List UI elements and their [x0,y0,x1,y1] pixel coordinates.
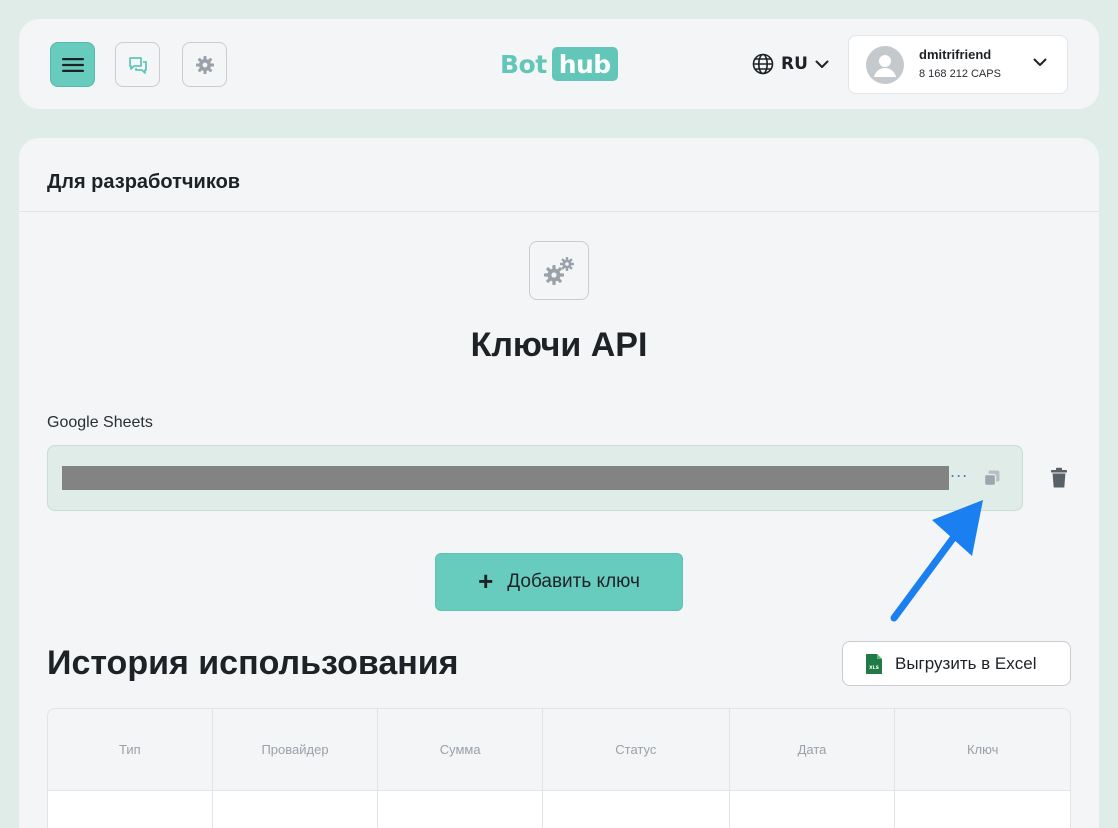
bothub-logo[interactable]: Bot hub [500,46,618,82]
settings-button[interactable] [182,42,227,87]
language-code: RU [781,54,808,74]
table-cell [378,791,544,828]
language-selector[interactable]: RU [752,51,829,77]
table-cell [895,791,1070,828]
logo-hub-text: hub [551,47,618,81]
menu-icon [61,57,84,72]
export-excel-button[interactable]: XLS Выгрузить в Excel [842,641,1071,686]
plus-icon: + [478,565,494,596]
excel-file-icon-text: XLS [869,665,879,671]
user-name: dmitrifriend [919,47,992,62]
table-row [48,791,1070,828]
column-header-type[interactable]: Тип [48,709,213,790]
excel-file-icon: XLS [866,653,882,674]
annotation-arrow-icon [890,500,983,622]
table-header-row: Тип Провайдер Сумма Статус Дата Ключ [48,709,1070,791]
user-icon [874,55,896,77]
user-balance: 8 168 212 CAPS [919,68,1001,80]
table-cell [48,791,213,828]
table-cell [730,791,896,828]
add-key-button[interactable]: + Добавить ключ [435,553,683,611]
top-bar: Bot hub RU dmitrifriend 8 168 212 CAPS [19,19,1099,109]
api-gears-badge [529,241,589,300]
table-cell [213,791,379,828]
add-key-label: Добавить ключ [507,571,640,592]
chat-button[interactable] [115,42,160,87]
api-key-value: ••••••••••••••••••••••••••••••••••••••••… [62,466,949,490]
table-cell [543,791,730,828]
user-profile-dropdown[interactable]: dmitrifriend 8 168 212 CAPS [848,35,1068,94]
column-header-date[interactable]: Дата [730,709,896,790]
column-header-key[interactable]: Ключ [895,709,1070,790]
usage-history-table: Тип Провайдер Сумма Статус Дата Ключ [47,708,1071,828]
divider [19,211,1099,212]
api-key-field: ••••••••••••••••••••••••••••••••••••••••… [47,445,1023,511]
api-key-label: Google Sheets [47,414,153,431]
chat-icon [128,56,147,74]
api-key-ellipsis: ... [950,462,969,481]
trash-icon[interactable] [1050,467,1068,489]
export-excel-label: Выгрузить в Excel [895,653,1037,673]
logo-bot-text: Bot [500,49,547,79]
gears-icon [544,256,574,285]
gear-icon [195,55,214,74]
avatar [866,46,904,84]
column-header-provider[interactable]: Провайдер [213,709,379,790]
copy-icon[interactable] [982,468,1002,488]
column-header-status[interactable]: Статус [543,709,730,790]
api-keys-title: Ключи API [470,326,648,364]
menu-button[interactable] [50,42,95,87]
section-title: Для разработчиков [47,171,241,193]
column-header-amount[interactable]: Сумма [378,709,544,790]
developers-card: Для разработчиков Ключи API Google Sheet… [19,138,1099,828]
usage-history-title: История использования [47,644,459,682]
chevron-down-icon [1033,58,1047,66]
chevron-down-icon [815,60,829,68]
globe-icon [752,53,774,75]
